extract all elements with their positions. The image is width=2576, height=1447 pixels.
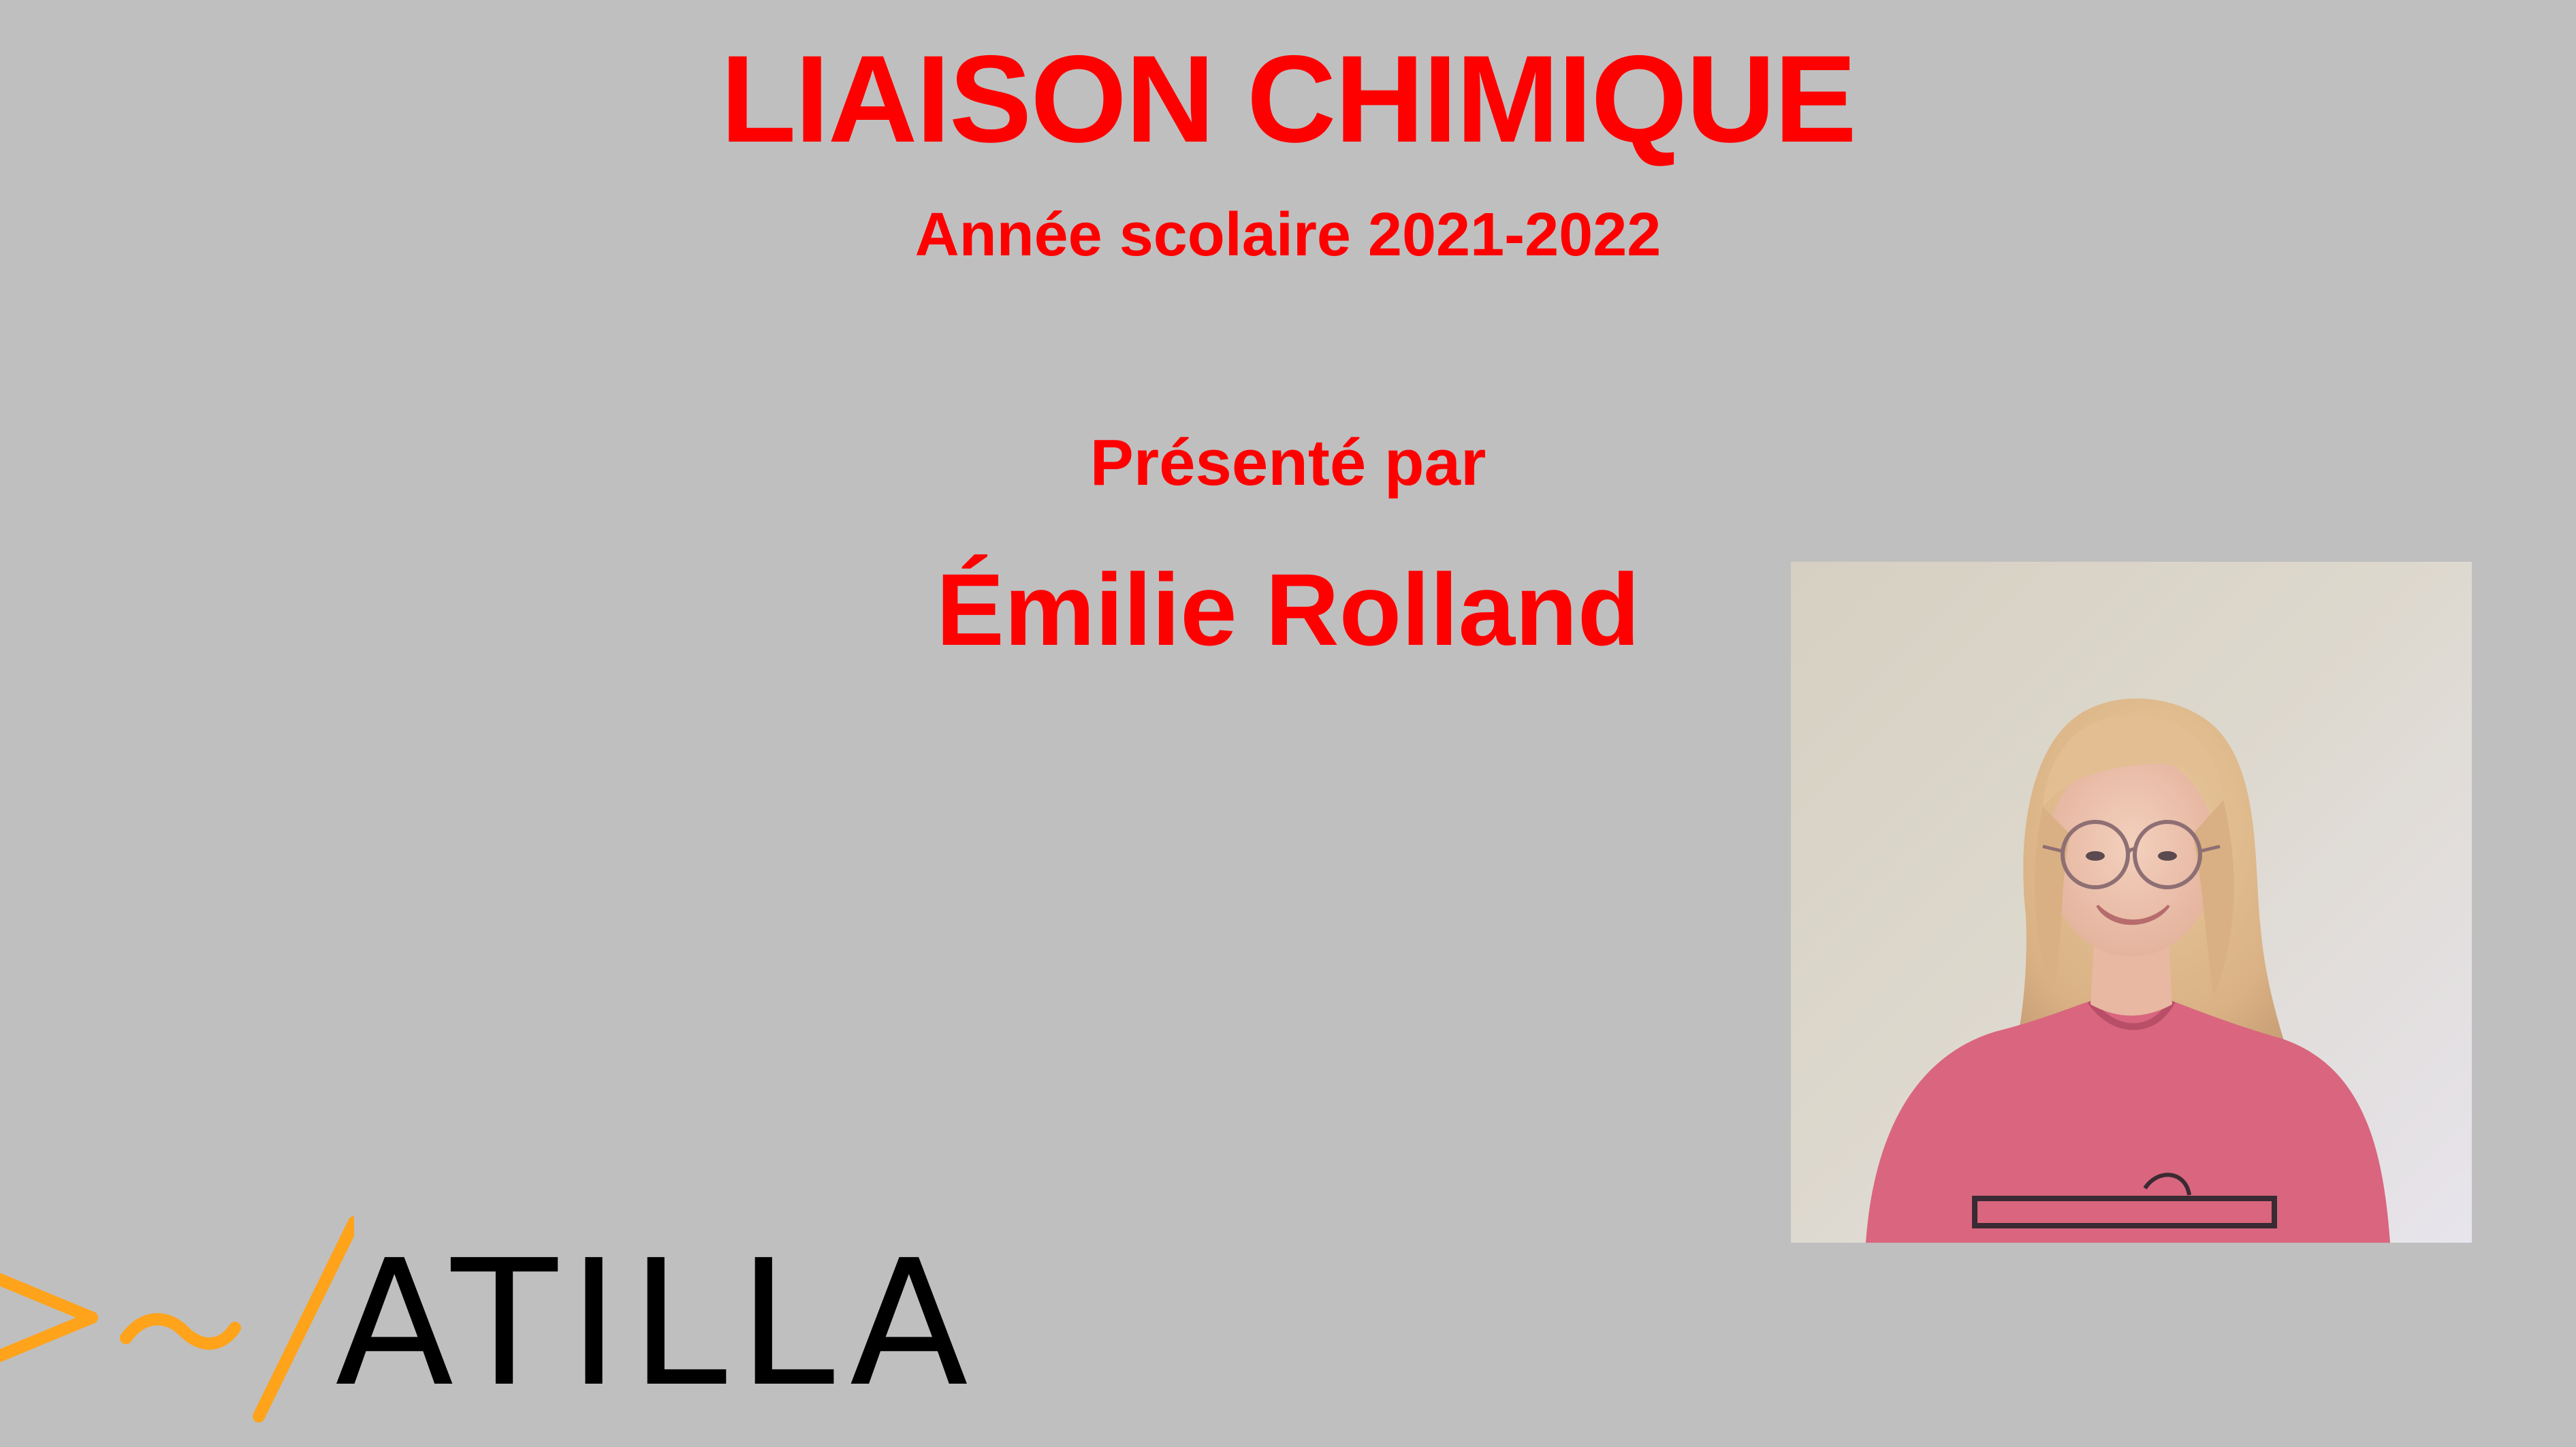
atilla-logo: ATILLA [0,1212,981,1430]
slide-subtitle: Année scolaire 2021-2022 [915,201,1661,269]
slide-title: LIAISON CHIMIQUE [720,29,1857,168]
atilla-wordmark: ATILLA [335,1223,980,1425]
atilla-logo-symbol [0,1216,354,1422]
presented-by-label: Présenté par [1090,426,1486,499]
slide: LIAISON CHIMIQUE Année scolaire 2021-202… [0,0,2576,1447]
presenter-photo [1791,562,2472,1243]
